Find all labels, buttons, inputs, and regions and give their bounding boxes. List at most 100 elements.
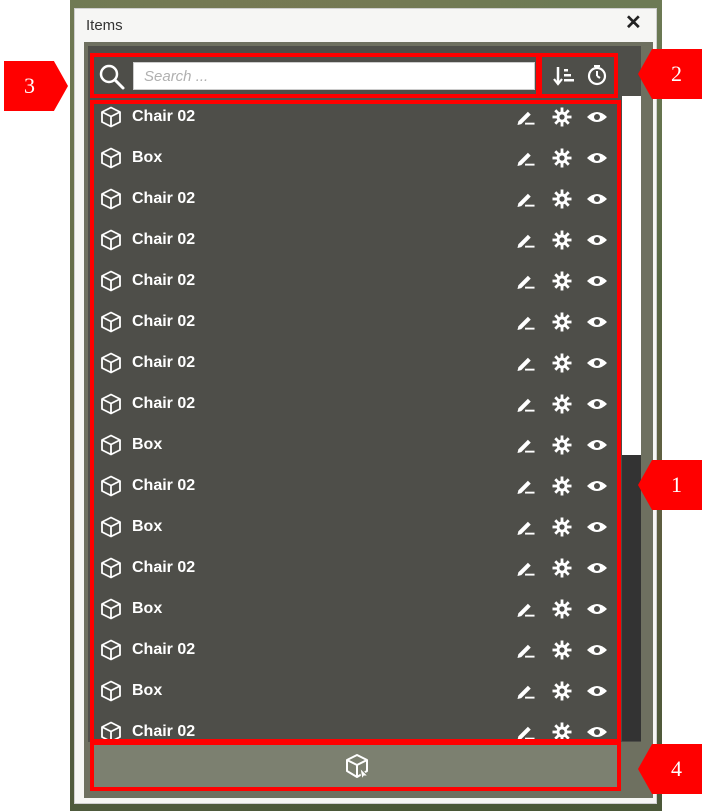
- gear-icon[interactable]: [552, 312, 572, 332]
- scrollbar-thumb[interactable]: [622, 455, 641, 741]
- item-label: Chair 02: [132, 354, 196, 371]
- edit-icon[interactable]: [516, 436, 536, 454]
- gear-icon[interactable]: [552, 640, 572, 660]
- edit-icon[interactable]: [516, 108, 536, 126]
- edit-icon[interactable]: [516, 354, 536, 372]
- item-label: Chair 02: [132, 272, 196, 289]
- cube-icon: [101, 598, 121, 620]
- edit-icon[interactable]: [516, 395, 536, 413]
- gear-icon[interactable]: [552, 271, 572, 291]
- edit-icon[interactable]: [516, 518, 536, 536]
- list-item[interactable]: Box: [94, 507, 617, 548]
- cube-icon: [101, 721, 121, 740]
- search-input[interactable]: [133, 62, 535, 90]
- list-item[interactable]: Chair 02: [94, 220, 617, 261]
- close-button[interactable]: ✕: [625, 13, 642, 33]
- edit-icon[interactable]: [516, 477, 536, 495]
- item-label: Chair 02: [132, 231, 196, 248]
- list-item[interactable]: Chair 02: [94, 261, 617, 302]
- item-label: Chair 02: [132, 108, 196, 125]
- list-item[interactable]: Chair 02: [94, 179, 617, 220]
- item-label: Chair 02: [132, 477, 196, 494]
- eye-icon[interactable]: [586, 437, 608, 453]
- edit-icon[interactable]: [516, 641, 536, 659]
- cube-icon: [101, 557, 121, 579]
- cube-icon: [101, 106, 121, 128]
- gear-icon[interactable]: [552, 394, 572, 414]
- edit-icon[interactable]: [516, 149, 536, 167]
- gear-icon[interactable]: [552, 107, 572, 127]
- eye-icon[interactable]: [586, 150, 608, 166]
- gear-icon[interactable]: [552, 189, 572, 209]
- list-item[interactable]: Chair 02: [94, 384, 617, 425]
- edit-icon[interactable]: [516, 272, 536, 290]
- edit-icon[interactable]: [516, 313, 536, 331]
- list-item[interactable]: Chair 02: [94, 630, 617, 671]
- add-item-button[interactable]: [94, 744, 617, 788]
- list-item[interactable]: Chair 02: [94, 97, 617, 138]
- list-item[interactable]: Chair 02: [94, 712, 617, 740]
- item-label: Chair 02: [132, 641, 196, 658]
- add-item-icon: [346, 754, 370, 779]
- cube-icon: [101, 188, 121, 210]
- cube-icon: [101, 352, 121, 374]
- eye-icon[interactable]: [586, 273, 608, 289]
- gear-icon[interactable]: [552, 681, 572, 701]
- list-item[interactable]: Chair 02: [94, 343, 617, 384]
- eye-icon[interactable]: [586, 683, 608, 699]
- edit-icon[interactable]: [516, 600, 536, 618]
- eye-icon[interactable]: [586, 724, 608, 740]
- list-item[interactable]: Chair 02: [94, 466, 617, 507]
- edit-icon[interactable]: [516, 559, 536, 577]
- eye-icon[interactable]: [586, 232, 608, 248]
- edit-icon[interactable]: [516, 231, 536, 249]
- cube-icon: [101, 475, 121, 497]
- cube-icon: [101, 147, 121, 169]
- cube-icon: [101, 639, 121, 661]
- eye-icon[interactable]: [586, 519, 608, 535]
- eye-icon[interactable]: [586, 191, 608, 207]
- gear-icon[interactable]: [552, 558, 572, 578]
- list-item[interactable]: Box: [94, 138, 617, 179]
- item-label: Box: [132, 436, 163, 453]
- history-icon[interactable]: [586, 64, 608, 86]
- gear-icon[interactable]: [552, 435, 572, 455]
- gear-icon[interactable]: [552, 353, 572, 373]
- edit-icon[interactable]: [516, 682, 536, 700]
- list-item[interactable]: Chair 02: [94, 548, 617, 589]
- gear-icon[interactable]: [552, 722, 572, 740]
- search-icon[interactable]: [98, 63, 126, 91]
- gear-icon[interactable]: [552, 517, 572, 537]
- eye-icon[interactable]: [586, 314, 608, 330]
- item-label: Box: [132, 600, 163, 617]
- items-list: Chair 02 Box Chair 02 Chair 02 Chair 02 Chair…: [94, 97, 617, 740]
- sort-icon[interactable]: [553, 65, 575, 87]
- eye-icon[interactable]: [586, 396, 608, 412]
- eye-icon[interactable]: [586, 642, 608, 658]
- item-label: Chair 02: [132, 723, 196, 740]
- item-label: Chair 02: [132, 559, 196, 576]
- annotation-marker-3: 3: [4, 61, 68, 111]
- list-item[interactable]: Box: [94, 425, 617, 466]
- window-title: Items: [86, 17, 123, 34]
- item-label: Chair 02: [132, 395, 196, 412]
- cube-icon: [101, 434, 121, 456]
- list-item[interactable]: Box: [94, 671, 617, 712]
- eye-icon[interactable]: [586, 601, 608, 617]
- cube-icon: [101, 229, 121, 251]
- gear-icon[interactable]: [552, 476, 572, 496]
- cube-icon: [101, 393, 121, 415]
- eye-icon[interactable]: [586, 560, 608, 576]
- edit-icon[interactable]: [516, 190, 536, 208]
- list-item[interactable]: Box: [94, 589, 617, 630]
- eye-icon[interactable]: [586, 355, 608, 371]
- eye-icon[interactable]: [586, 109, 608, 125]
- edit-icon[interactable]: [516, 723, 536, 740]
- item-label: Box: [132, 682, 163, 699]
- item-label: Chair 02: [132, 190, 196, 207]
- gear-icon[interactable]: [552, 148, 572, 168]
- gear-icon[interactable]: [552, 230, 572, 250]
- gear-icon[interactable]: [552, 599, 572, 619]
- list-item[interactable]: Chair 02: [94, 302, 617, 343]
- eye-icon[interactable]: [586, 478, 608, 494]
